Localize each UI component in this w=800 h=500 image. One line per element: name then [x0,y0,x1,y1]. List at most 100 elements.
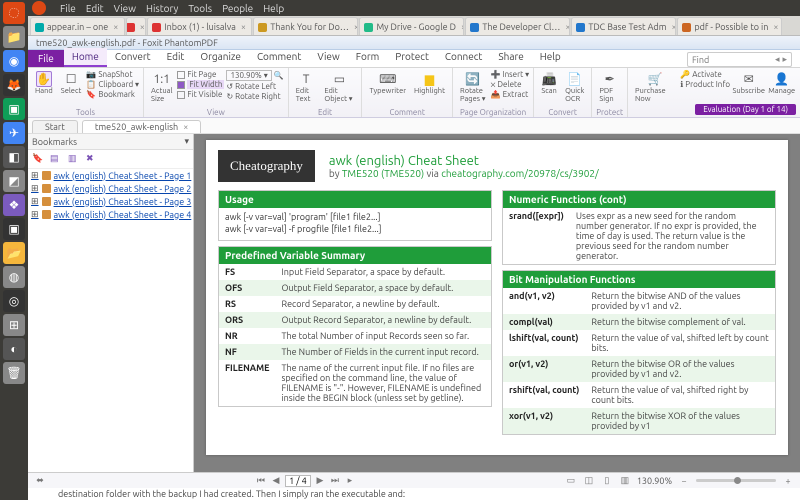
bookmark-button[interactable]: 🔖 Bookmark [86,90,139,99]
scan-button[interactable]: 📠Scan [538,70,560,97]
launcher-dash-icon[interactable]: ◌ [3,2,25,24]
rotate-right-button[interactable]: ↻ Rotate Right [226,92,283,101]
delete-button[interactable]: ❌ Delete [491,80,530,89]
menu-view[interactable]: View [114,3,136,14]
add-bookmark-icon[interactable]: 🔖 [32,153,44,165]
quick-ocr-button[interactable]: 📄Quick OCR [562,70,587,104]
ribbon-tab-protect[interactable]: Protect [387,48,437,67]
bookmark-item[interactable]: ⊞awk (english) Cheat Sheet - Page 2 [28,182,193,195]
ribbon-tab-share[interactable]: Share [490,48,531,67]
launcher-telegram-icon[interactable]: ✈ [3,122,25,144]
find-prev-icon[interactable]: ◂ [775,54,780,65]
first-page-icon[interactable]: ⏮ [255,475,267,487]
expand-all-icon[interactable]: ▤ [50,153,62,165]
browser-tab[interactable]: appear.in – one× [30,17,125,35]
file-menu-button[interactable]: File [28,50,64,67]
view-mode1-icon[interactable]: ▭ [565,475,577,487]
zoom-combo[interactable]: 130.90% ▾ [226,70,271,81]
zoom-in2-icon[interactable]: + [782,475,794,487]
typewriter-button[interactable]: ⌨Typewriter [366,70,409,97]
close-icon[interactable]: × [461,22,464,32]
insert-button[interactable]: ➕ Insert ▾ [491,70,530,79]
expand-icon[interactable]: ⊞ [31,170,39,181]
close-icon[interactable]: × [183,122,188,132]
browser-tab[interactable]: Thank You for Do…× [253,17,358,35]
expand-icon[interactable]: ⊞ [31,196,39,207]
close-icon[interactable]: × [773,22,778,32]
launcher-folder-icon[interactable]: 📂 [3,242,25,264]
fit-visible-toggle[interactable]: Fit Visible [177,90,224,99]
edit-object-button[interactable]: ▭Edit Object ▾ [321,70,357,104]
view-mode4-icon[interactable]: ▥ [619,475,631,487]
activate-button[interactable]: 🔑 Activate [680,70,730,79]
zoom-in-icon[interactable]: 🔍 [274,71,284,80]
close-icon[interactable]: × [354,22,358,32]
menu-file[interactable]: File [60,3,76,14]
expand-icon[interactable]: ⊞ [31,183,39,194]
find-box[interactable]: ◂ ▸ [687,52,792,67]
product-info-button[interactable]: ℹ Product Info [680,80,730,89]
ribbon-tab-convert[interactable]: Convert [107,48,159,67]
rotate-left-button[interactable]: ↺ Rotate Left [226,82,283,91]
browser-tab[interactable]: Inbox (1) - luisalva× [147,17,252,35]
next-page-icon[interactable]: ▶ [314,475,326,487]
launcher-app7-icon[interactable]: ◐ [3,338,25,360]
find-input[interactable] [692,55,772,65]
bookmark-item[interactable]: ⊞awk (english) Cheat Sheet - Page 3 [28,195,193,208]
browser-tab[interactable]: My Drive - Google D× [359,17,464,35]
launcher-app3-icon[interactable]: ◩ [3,170,25,192]
close-icon[interactable]: × [565,22,570,32]
browser-tab[interactable]: × [126,17,146,35]
close-icon[interactable]: × [140,22,145,32]
launcher-firefox-icon[interactable]: 🦊 [3,74,25,96]
play-icon[interactable]: ▸ [344,475,356,487]
manage-button[interactable]: 👤Manage [767,70,796,97]
clipboard-button[interactable]: 📋 Clipboard ▾ [86,80,139,89]
fit-page-toggle[interactable]: Fit Page [177,70,224,79]
purchase-button[interactable]: 🛒Purchase Now [632,70,678,104]
launcher-terminal-icon[interactable]: ▣ [3,218,25,240]
fit-width-toggle[interactable]: Fit Width [177,80,224,89]
launcher-obs-icon[interactable]: ◎ [3,290,25,312]
browser-tab[interactable]: TDC Base Test Adm× [571,17,676,35]
zoom-slider[interactable] [696,479,776,482]
menu-edit[interactable]: Edit [86,3,104,14]
close-icon[interactable]: × [671,22,676,32]
browser-tab[interactable]: The Developer Cl…× [465,17,570,35]
menu-history[interactable]: History [146,3,178,14]
launcher-app5-icon[interactable]: ◍ [3,266,25,288]
ribbon-tab-home[interactable]: Home [64,48,107,67]
collapse-all-icon[interactable]: ▥ [68,153,80,165]
panel-menu-icon[interactable]: ▾ [184,136,189,147]
start-tab[interactable]: Start [32,120,78,133]
find-next-icon[interactable]: ▸ [782,54,787,65]
launcher-app-icon[interactable]: ▣ [3,98,25,120]
ribbon-tab-help[interactable]: Help [532,48,569,67]
document-tab[interactable]: tme520_awk-english× [82,120,201,133]
menu-tools[interactable]: Tools [188,3,212,14]
edit-text-button[interactable]: TEdit Text [293,70,320,104]
launcher-app6-icon[interactable]: ⊞ [3,314,25,336]
ribbon-tab-comment[interactable]: Comment [249,48,309,67]
ribbon-tab-view[interactable]: View [309,48,347,67]
author-link[interactable]: TME520 (TME520) [342,168,424,179]
menu-people[interactable]: People [222,3,253,14]
close-icon[interactable]: × [241,22,246,32]
delete-bookmark-icon[interactable]: ✖ [86,153,98,165]
launcher-files-icon[interactable]: 📁 [3,26,25,48]
bookmark-item[interactable]: ⊞awk (english) Cheat Sheet - Page 1 [28,169,193,182]
extract-button[interactable]: 📤 Extract [491,90,530,99]
close-icon[interactable]: × [113,22,118,32]
page-input[interactable] [285,475,311,487]
menu-help[interactable]: Help [263,3,284,14]
browser-tab[interactable]: pdf - Possible to in× [677,17,782,35]
launcher-chrome-icon[interactable]: ◉ [3,50,25,72]
page-viewport[interactable]: Cheatography awk (english) Cheat Sheet b… [194,134,800,472]
ribbon-tab-form[interactable]: Form [348,48,388,67]
view-mode2-icon[interactable]: ◫ [583,475,595,487]
ribbon-tab-organize[interactable]: Organize [192,48,249,67]
highlight-button[interactable]: ▆Highlight [411,70,448,97]
actual-size-button[interactable]: 1:1Actual Size [148,70,175,104]
launcher-app2-icon[interactable]: ◧ [3,146,25,168]
select-tool-button[interactable]: ☐Select [58,70,85,97]
